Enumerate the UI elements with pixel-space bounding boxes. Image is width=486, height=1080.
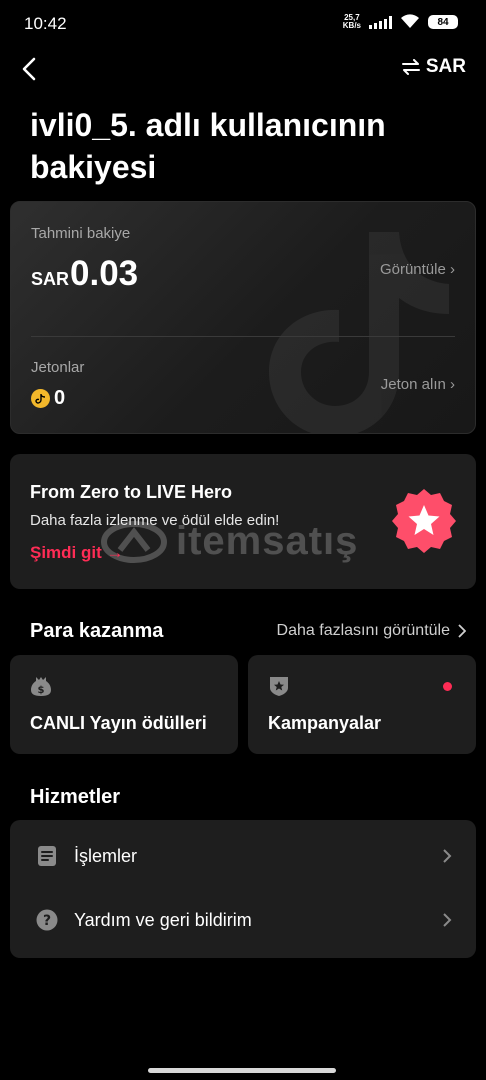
status-icons: 25,7 KB/s 84: [343, 14, 458, 30]
balance-currency: SAR: [31, 269, 70, 289]
svg-text:?: ?: [43, 913, 51, 929]
balance-amount: SAR 0.03: [31, 254, 138, 294]
promo-banner[interactable]: itemsatış From Zero to LIVE Hero Daha fa…: [10, 454, 476, 589]
help-feedback-label: Yardım ve geri bildirim: [74, 909, 252, 930]
home-indicator[interactable]: [148, 1068, 336, 1073]
promo-subtitle: Daha fazla izlenme ve ödül elde edin!: [30, 512, 280, 529]
coin-icon: [31, 389, 50, 408]
view-balance-link[interactable]: Görüntüle ›: [380, 261, 455, 278]
estimated-balance-label: Tahmini bakiye: [31, 225, 131, 242]
transactions-label: İşlemler: [74, 845, 138, 866]
currency-label: SAR: [425, 56, 466, 77]
see-more-label: Daha fazlasını görüntüle: [276, 622, 450, 639]
transactions-row[interactable]: İşlemler: [10, 824, 476, 888]
shield-star-icon: [270, 677, 288, 696]
divider: [31, 336, 455, 337]
swap-arrows-icon: [401, 59, 420, 75]
signal-icon: [369, 15, 392, 29]
promo-title: From Zero to LIVE Hero: [30, 482, 233, 502]
services-list: İşlemler ? Yardım ve geri bildirim: [10, 820, 476, 958]
notification-dot: [443, 682, 452, 691]
star-badge-icon[interactable]: [390, 487, 458, 555]
get-coins-link[interactable]: Jeton alın ›: [381, 376, 455, 393]
wifi-icon: [401, 14, 419, 28]
earn-heading: Para kazanma: [30, 620, 164, 642]
currency-switch-button[interactable]: SAR: [401, 56, 466, 78]
services-heading: Hizmetler: [30, 786, 121, 808]
balance-value: 0.03: [70, 254, 139, 293]
promo-cta-link[interactable]: Şimdi git →: [30, 543, 124, 563]
live-rewards-label: CANLI Yayın ödülleri: [30, 713, 207, 733]
live-rewards-tile[interactable]: $ CANLI Yayın ödülleri: [10, 655, 238, 754]
svg-text:$: $: [38, 685, 45, 696]
see-more-link[interactable]: Daha fazlasını görüntüle: [277, 622, 466, 640]
network-speed: 25,7 KB/s: [343, 14, 361, 30]
help-feedback-row[interactable]: ? Yardım ve geri bildirim: [10, 888, 476, 952]
help-icon: ?: [36, 909, 58, 931]
campaigns-tile[interactable]: Kampanyalar: [248, 655, 476, 754]
money-bag-icon: $: [31, 677, 51, 696]
chevron-right-icon: [458, 624, 466, 638]
network-speed-unit: KB/s: [342, 21, 361, 30]
coins-label: Jetonlar: [31, 359, 85, 376]
campaigns-label: Kampanyalar: [268, 713, 382, 733]
back-button[interactable]: [14, 54, 44, 84]
chevron-right-icon: [443, 913, 452, 927]
chevron-right-icon: [443, 849, 452, 863]
document-icon: [36, 845, 58, 867]
page-title: ivli0_5. adlı kullanıcının bakiyesi: [30, 107, 386, 185]
status-time: 10:42: [24, 14, 67, 33]
status-bar: 10:42 25,7 KB/s 84: [0, 0, 486, 48]
chevron-left-icon: [22, 57, 36, 81]
coins-balance: 0: [31, 387, 65, 410]
battery-icon: 84: [428, 15, 458, 29]
coins-value: 0: [54, 387, 66, 409]
tiktok-logo-watermark-icon: [269, 232, 449, 433]
balance-card: Tahmini bakiye SAR 0.03 Görüntüle › Jeto…: [10, 201, 476, 434]
